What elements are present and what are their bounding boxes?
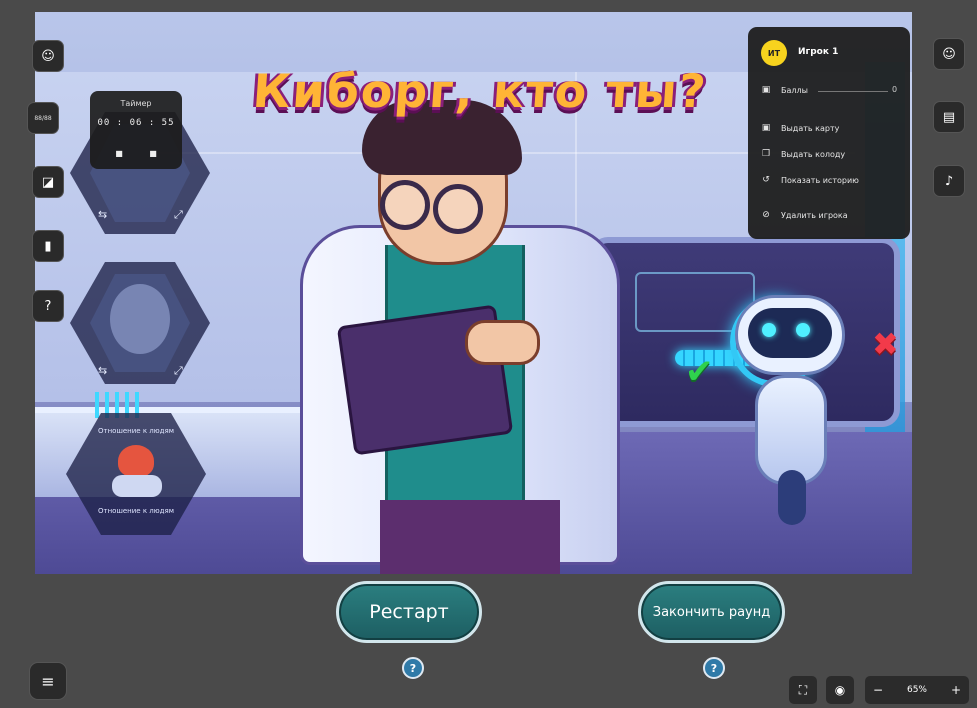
hamburger-icon: ≡ [41,671,55,691]
restart-label: Рестарт [369,601,449,623]
expand-icon[interactable]: ⤢ [174,208,183,222]
board-button[interactable]: ▤ [933,101,965,133]
scientist-glasses-right [433,184,483,234]
pause-icon[interactable]: ■ [114,149,124,159]
help-button[interactable]: ? [32,290,64,322]
hands-illustration [112,475,162,497]
checkmark-icon: ✔ [685,352,714,392]
players-button[interactable]: ☺ [32,40,64,72]
chart-icon: ▮ [44,238,52,254]
timer-title: Таймер [120,99,152,108]
notifications-button[interactable]: ♪ [933,165,965,197]
card-view-button[interactable]: ◪ [32,166,64,198]
players-icon: ☺ [41,48,55,64]
player-name: Игрок 1 [798,47,839,57]
target-icon: ◉ [834,683,846,697]
menu-item-label: Удалить игрока [781,210,848,220]
zoom-in-button[interactable]: + [943,676,969,704]
menu-item-label: Выдать карту [781,123,840,133]
score-row: ▣ Баллы [761,85,808,95]
robot-eye [762,323,776,337]
deck-icon: ❒ [761,149,771,159]
cross-icon: ✖ [872,325,899,363]
zoom-out-button[interactable]: − [865,676,891,704]
score-icon: ▣ [761,85,771,95]
robot-face [748,308,832,358]
scientist-glasses-left [380,180,430,230]
score-slider[interactable] [818,91,888,92]
game-title: Киборг, кто ты? [251,64,710,118]
menu-item-label: Показать историю [781,175,859,185]
menu-item-show-history[interactable]: ↺ Показать историю [761,175,859,185]
counter-button[interactable]: 88/88 [27,102,59,134]
fit-screen-button[interactable]: ⛶ [789,676,817,704]
window-icon: ◪ [41,174,55,190]
zoom-control: − 65% + [865,676,969,704]
fit-screen-icon: ⛶ [798,682,808,697]
help-label: ? [710,661,718,675]
shuffle-icon[interactable]: ⇆ [98,208,107,221]
help-label: ? [409,661,417,675]
main-menu-button[interactable]: ≡ [29,662,67,700]
zoom-level: 65% [906,685,927,695]
center-button[interactable]: ◉ [826,676,854,704]
timer-popup: Таймер 00 : 06 : 55 ■ ■ [90,91,182,169]
end-round-button[interactable]: Закончить раунд [638,581,785,643]
robot-body [755,375,827,485]
card-icon: ▣ [761,123,771,133]
history-icon: ↺ [762,175,770,185]
menu-item-give-card[interactable]: ▣ Выдать карту [761,123,840,133]
face-illustration [110,284,170,354]
avatar: ИТ [761,40,787,66]
robot-base [778,470,806,525]
stop-icon[interactable]: ■ [148,149,158,159]
heart-icon [118,445,154,477]
bell-icon: ♪ [944,173,954,189]
player-button[interactable]: ☺ [933,38,965,70]
restart-button[interactable]: Рестарт [336,581,482,643]
stats-button[interactable]: ▮ [32,230,64,262]
menu-item-remove-player[interactable]: ⊘ Удалить игрока [761,210,848,220]
ban-icon: ⊘ [762,210,770,220]
board-icon: ▤ [942,109,956,125]
score-value: 0 [892,85,898,94]
menu-item-give-deck[interactable]: ❒ Выдать колоду [761,149,845,159]
question-icon: ? [44,298,52,314]
robot-eye [796,323,810,337]
restart-help-icon[interactable]: ? [402,657,424,679]
player-menu: ИТ Игрок 1 ▣ Баллы 0 ▣ Выдать карту ❒ Вы… [748,27,910,239]
end-round-label: Закончить раунд [652,604,771,620]
menu-item-label: Выдать колоду [781,149,846,159]
scientist-pants [380,500,560,574]
user-icon: ☺ [942,46,956,62]
end-round-help-icon[interactable]: ? [703,657,725,679]
counter-label: 88/88 [34,114,52,122]
score-label: Баллы [781,85,808,95]
timer-value: 00 : 06 : 55 [97,118,175,128]
scientist-hand [465,320,540,365]
